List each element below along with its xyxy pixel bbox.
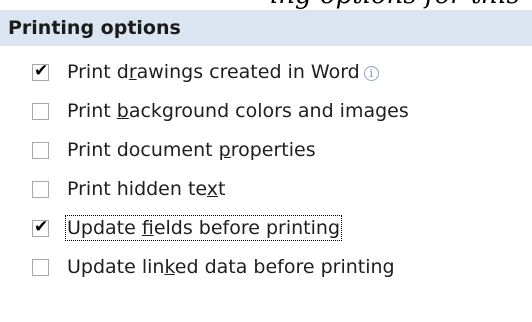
info-icon[interactable]: i — [363, 65, 379, 81]
option-print-document-properties[interactable]: Print document properties — [32, 139, 409, 161]
clipped-heading: ing options for this — [0, 0, 532, 10]
printing-options-list: ✔ Print drawings created in Word i Print… — [32, 60, 409, 296]
print-background-label[interactable]: Print background colors and images — [67, 100, 409, 122]
checkmark-icon: ✔ — [34, 60, 49, 81]
option-update-fields[interactable]: ✔ Update fields before printing — [32, 215, 409, 241]
print-drawings-label[interactable]: Print drawings created in Word — [67, 61, 360, 83]
print-hidden-text-checkbox[interactable] — [32, 180, 49, 198]
update-fields-label[interactable]: Update fields before printing — [64, 215, 343, 241]
print-document-properties-checkbox[interactable] — [32, 141, 49, 159]
printing-options-header: Printing options — [0, 10, 532, 46]
print-document-properties-label[interactable]: Print document properties — [67, 139, 316, 161]
clipped-heading-text: ing options for this — [270, 0, 520, 10]
option-update-linked-data[interactable]: Update linked data before printing — [32, 256, 409, 278]
print-hidden-text-label[interactable]: Print hidden text — [67, 178, 225, 200]
option-print-drawings[interactable]: ✔ Print drawings created in Word i — [32, 60, 409, 83]
update-fields-checkbox[interactable]: ✔ — [32, 216, 49, 237]
print-background-checkbox[interactable] — [32, 102, 49, 120]
update-linked-data-label[interactable]: Update linked data before printing — [67, 256, 395, 278]
update-linked-data-checkbox[interactable] — [32, 258, 49, 276]
checkmark-icon: ✔ — [34, 216, 49, 237]
print-drawings-checkbox[interactable]: ✔ — [32, 60, 49, 81]
option-print-hidden-text[interactable]: Print hidden text — [32, 178, 409, 200]
option-print-background[interactable]: Print background colors and images — [32, 100, 409, 122]
